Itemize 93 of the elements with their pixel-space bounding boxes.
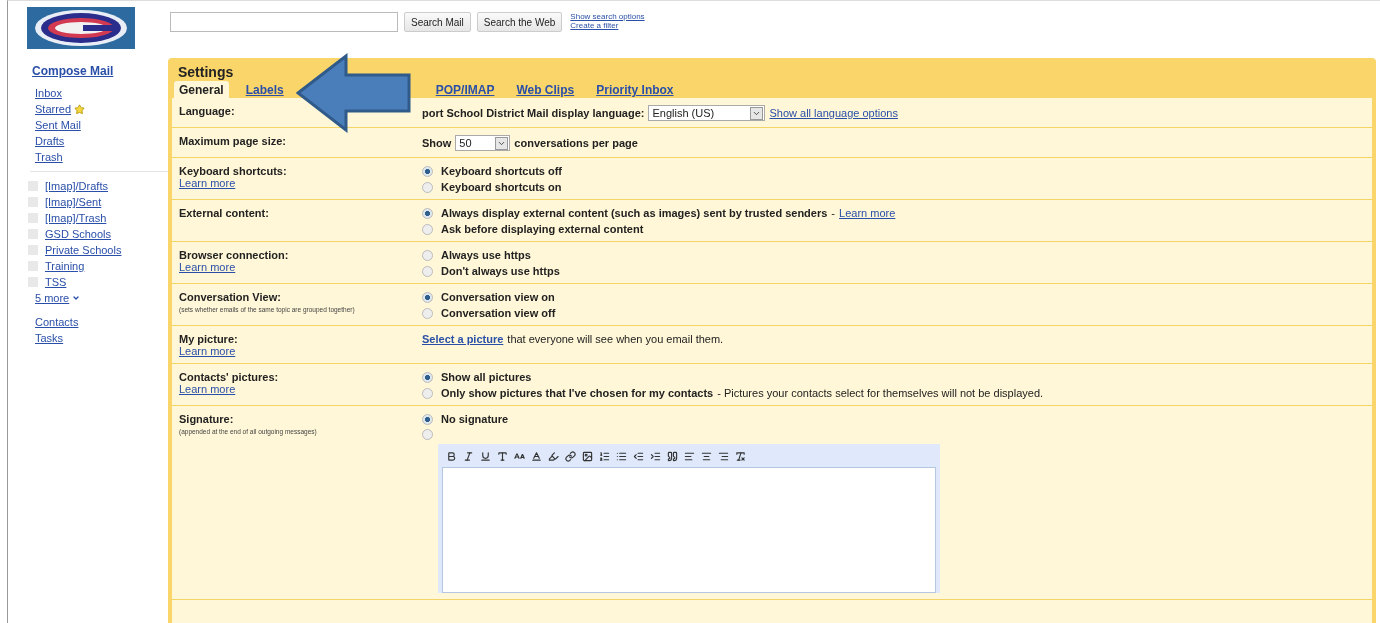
setting-label: Language: xyxy=(179,105,236,117)
learn-more-link[interactable]: Learn more xyxy=(179,261,422,273)
search-link[interactable]: Create a filter xyxy=(570,21,645,30)
search-field[interactable] xyxy=(170,12,398,32)
learn-more-link[interactable]: Learn more xyxy=(839,207,896,219)
setting-text: Show xyxy=(422,137,452,149)
indent-more-icon[interactable] xyxy=(650,451,661,462)
remove-formatting-icon[interactable] xyxy=(735,451,746,462)
learn-more-link[interactable]: Learn more xyxy=(179,345,422,357)
option-label: Conversation view on xyxy=(441,291,555,303)
option-label: Keyboard shortcuts on xyxy=(441,181,562,193)
align-center-icon[interactable] xyxy=(701,451,712,462)
search-button[interactable]: Search the Web xyxy=(476,12,563,32)
bold-icon[interactable] xyxy=(446,451,457,462)
label-link[interactable]: [Imap]/Sent xyxy=(45,196,102,208)
option-label: Keyboard shortcuts off xyxy=(441,165,562,177)
quote-icon[interactable] xyxy=(667,451,678,462)
label-link[interactable]: GSD Schools xyxy=(45,228,112,240)
link-icon[interactable] xyxy=(565,451,576,462)
search-button[interactable]: Search Mail xyxy=(404,12,471,32)
settings-tab[interactable]: POP/IMAP xyxy=(430,81,500,98)
setting-label: Signature: xyxy=(179,413,235,425)
settings-tab[interactable]: Web Clips xyxy=(511,81,580,98)
settings-tab[interactable]: General xyxy=(174,81,229,98)
option-hint: - xyxy=(831,207,836,219)
setting-label: Conversation View: xyxy=(179,291,282,303)
more-labels-link[interactable]: 5 more xyxy=(35,292,70,304)
bulleted-list-icon[interactable] xyxy=(616,451,627,462)
setting-label: Maximum page size: xyxy=(179,135,287,147)
label-link[interactable]: [Imap]/Drafts xyxy=(45,180,108,192)
text-color-icon[interactable] xyxy=(531,451,542,462)
mailbox-link[interactable]: Inbox xyxy=(35,87,62,99)
setting-label: External content: xyxy=(179,207,270,219)
dropdown[interactable]: English (US) xyxy=(648,105,766,121)
radio-button[interactable] xyxy=(422,249,433,261)
highlight-icon[interactable] xyxy=(548,451,559,462)
dropdown[interactable]: 50 xyxy=(455,135,511,151)
label-link[interactable]: TSS xyxy=(45,276,67,288)
setting-text: conversations per page xyxy=(514,137,638,149)
italic-icon[interactable] xyxy=(463,451,474,462)
language-options-link[interactable]: Show all language options xyxy=(769,107,898,119)
mailbox-link[interactable]: Trash xyxy=(35,151,63,163)
option-hint: - Pictures your contacts select for themselves will not be displayed. xyxy=(717,387,1044,399)
option-label: Always use https xyxy=(441,249,531,261)
setting-text: port School District Mail display language: xyxy=(422,107,645,119)
mailbox-link[interactable]: Starred xyxy=(35,103,72,115)
radio-button[interactable] xyxy=(422,207,433,219)
app-link[interactable]: Tasks xyxy=(35,332,64,344)
radio-button[interactable] xyxy=(422,181,433,193)
label-link[interactable]: [Imap]/Trash xyxy=(45,212,107,224)
radio-button[interactable] xyxy=(422,387,433,399)
underline-icon[interactable] xyxy=(480,451,491,462)
setting-label: Keyboard shortcuts: xyxy=(179,165,288,177)
settings-tab[interactable]: Labels xyxy=(240,81,289,98)
option-label: Don't always use https xyxy=(441,265,560,277)
settings-title: Settings xyxy=(177,64,235,80)
radio-button[interactable] xyxy=(422,223,433,235)
label-link[interactable]: Private Schools xyxy=(45,244,122,256)
setting-label: My picture: xyxy=(179,333,239,345)
option-label: No signature xyxy=(441,413,509,425)
setting-text: that everyone will see when you email them. xyxy=(507,333,724,345)
app-link[interactable]: Contacts xyxy=(35,316,79,328)
text-size-icon[interactable] xyxy=(514,451,525,462)
radio-button[interactable] xyxy=(422,429,433,440)
indent-less-icon[interactable] xyxy=(633,451,644,462)
learn-more-link[interactable]: Learn more xyxy=(179,177,422,189)
option-label: Conversation view off xyxy=(441,307,556,319)
radio-button[interactable] xyxy=(422,307,433,319)
align-left-icon[interactable] xyxy=(684,451,695,462)
label-link[interactable]: Training xyxy=(45,260,85,272)
mailbox-link[interactable]: Sent Mail xyxy=(35,119,81,131)
option-label: Only show pictures that I've chosen for my contacts xyxy=(441,387,714,399)
settings-tab[interactable]: Priority Inbox xyxy=(591,81,679,98)
mailbox-link[interactable]: Drafts xyxy=(35,135,65,147)
arrow-icon xyxy=(296,53,412,133)
radio-button[interactable] xyxy=(422,371,433,383)
option-label: Show all pictures xyxy=(441,371,532,383)
align-right-icon[interactable] xyxy=(718,451,729,462)
compose-mail-link[interactable]: Compose Mail xyxy=(32,64,114,78)
select-picture-link[interactable]: Select a picture xyxy=(422,333,504,345)
setting-label: Browser connection: xyxy=(179,249,290,261)
radio-button[interactable] xyxy=(422,165,433,177)
search-link[interactable]: Show search options xyxy=(570,12,645,21)
option-label: Always display external content (such as images) sent by trusted senders xyxy=(441,207,828,219)
image-icon[interactable] xyxy=(582,451,593,462)
setting-label: Contacts' pictures: xyxy=(179,371,280,383)
radio-button[interactable] xyxy=(422,413,433,425)
radio-button[interactable] xyxy=(422,291,433,303)
numbered-list-icon[interactable] xyxy=(599,451,610,462)
learn-more-link[interactable]: Learn more xyxy=(179,383,422,395)
font-icon[interactable] xyxy=(497,451,508,462)
option-label: Ask before displaying external content xyxy=(441,223,644,235)
radio-button[interactable] xyxy=(422,265,433,277)
